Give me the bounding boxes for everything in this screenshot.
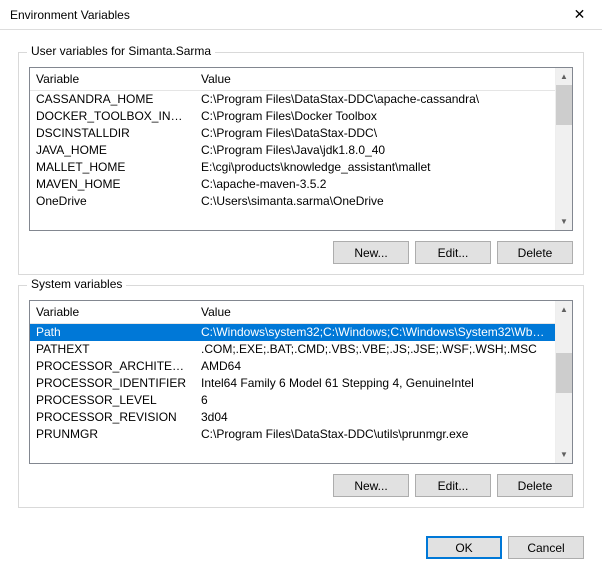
table-row[interactable]: MAVEN_HOMEC:\apache-maven-3.5.2 bbox=[30, 176, 555, 193]
variable-name-cell: PATHEXT bbox=[30, 341, 195, 358]
variable-value-cell: C:\Users\simanta.sarma\OneDrive bbox=[195, 193, 555, 210]
table-row[interactable]: OneDriveC:\Users\simanta.sarma\OneDrive bbox=[30, 193, 555, 210]
variable-value-cell: Intel64 Family 6 Model 61 Stepping 4, Ge… bbox=[195, 375, 555, 392]
system-new-button[interactable]: New... bbox=[333, 474, 409, 497]
variable-name-cell: MAVEN_HOME bbox=[30, 176, 195, 193]
system-col-value[interactable]: Value bbox=[195, 301, 555, 323]
variable-name-cell: JAVA_HOME bbox=[30, 142, 195, 159]
table-row[interactable]: PROCESSOR_REVISION3d04 bbox=[30, 409, 555, 426]
user-variables-list[interactable]: Variable Value CASSANDRA_HOMEC:\Program … bbox=[29, 67, 573, 231]
system-scrollbar[interactable]: ▲ ▼ bbox=[555, 301, 572, 463]
table-row[interactable]: PROCESSOR_LEVEL6 bbox=[30, 392, 555, 409]
user-edit-button[interactable]: Edit... bbox=[415, 241, 491, 264]
variable-name-cell: CASSANDRA_HOME bbox=[30, 91, 195, 108]
variable-name-cell: DSCINSTALLDIR bbox=[30, 125, 195, 142]
variable-value-cell: AMD64 bbox=[195, 358, 555, 375]
variable-name-cell: PROCESSOR_LEVEL bbox=[30, 392, 195, 409]
variable-name-cell: OneDrive bbox=[30, 193, 195, 210]
variable-name-cell: PROCESSOR_ARCHITECTURE bbox=[30, 358, 195, 375]
table-row[interactable]: PATHEXT.COM;.EXE;.BAT;.CMD;.VBS;.VBE;.JS… bbox=[30, 341, 555, 358]
variable-value-cell: C:\Program Files\Docker Toolbox bbox=[195, 108, 555, 125]
user-scrollbar[interactable]: ▲ ▼ bbox=[555, 68, 572, 230]
scroll-up-icon[interactable]: ▲ bbox=[556, 301, 572, 318]
variable-value-cell: C:\apache-maven-3.5.2 bbox=[195, 176, 555, 193]
variable-value-cell: C:\Windows\system32;C:\Windows;C:\Window… bbox=[195, 324, 555, 341]
table-row[interactable]: PROCESSOR_IDENTIFIERIntel64 Family 6 Mod… bbox=[30, 375, 555, 392]
table-row[interactable]: JAVA_HOMEC:\Program Files\Java\jdk1.8.0_… bbox=[30, 142, 555, 159]
system-col-variable[interactable]: Variable bbox=[30, 301, 195, 323]
variable-name-cell: DOCKER_TOOLBOX_INSTAL... bbox=[30, 108, 195, 125]
scroll-thumb[interactable] bbox=[556, 353, 572, 393]
variable-value-cell: 6 bbox=[195, 392, 555, 409]
titlebar: Environment Variables ✕ bbox=[0, 0, 602, 30]
scroll-down-icon[interactable]: ▼ bbox=[556, 213, 572, 230]
user-variables-group: User variables for Simanta.Sarma Variabl… bbox=[18, 52, 584, 275]
table-row[interactable]: DOCKER_TOOLBOX_INSTAL...C:\Program Files… bbox=[30, 108, 555, 125]
variable-value-cell: E:\cgi\products\knowledge_assistant\mall… bbox=[195, 159, 555, 176]
variable-value-cell: 3d04 bbox=[195, 409, 555, 426]
variable-value-cell: C:\Program Files\DataStax-DDC\apache-cas… bbox=[195, 91, 555, 108]
system-edit-button[interactable]: Edit... bbox=[415, 474, 491, 497]
variable-value-cell: C:\Program Files\DataStax-DDC\ bbox=[195, 125, 555, 142]
variable-name-cell: PROCESSOR_IDENTIFIER bbox=[30, 375, 195, 392]
variable-value-cell: C:\Program Files\DataStax-DDC\utils\prun… bbox=[195, 426, 555, 443]
system-delete-button[interactable]: Delete bbox=[497, 474, 573, 497]
system-group-legend: System variables bbox=[27, 277, 126, 291]
user-delete-button[interactable]: Delete bbox=[497, 241, 573, 264]
system-variables-group: System variables Variable Value PathC:\W… bbox=[18, 285, 584, 508]
cancel-button[interactable]: Cancel bbox=[508, 536, 584, 559]
ok-button[interactable]: OK bbox=[426, 536, 502, 559]
variable-name-cell: Path bbox=[30, 324, 195, 341]
user-col-value[interactable]: Value bbox=[195, 68, 555, 90]
system-variables-list[interactable]: Variable Value PathC:\Windows\system32;C… bbox=[29, 300, 573, 464]
table-row[interactable]: PROCESSOR_ARCHITECTUREAMD64 bbox=[30, 358, 555, 375]
user-list-header: Variable Value bbox=[30, 68, 555, 91]
window-title: Environment Variables bbox=[10, 8, 130, 22]
table-row[interactable]: PRUNMGRC:\Program Files\DataStax-DDC\uti… bbox=[30, 426, 555, 443]
variable-value-cell: .COM;.EXE;.BAT;.CMD;.VBS;.VBE;.JS;.JSE;.… bbox=[195, 341, 555, 358]
scroll-up-icon[interactable]: ▲ bbox=[556, 68, 572, 85]
table-row[interactable]: DSCINSTALLDIRC:\Program Files\DataStax-D… bbox=[30, 125, 555, 142]
user-group-legend: User variables for Simanta.Sarma bbox=[27, 44, 215, 58]
scroll-down-icon[interactable]: ▼ bbox=[556, 446, 572, 463]
close-button[interactable]: ✕ bbox=[557, 0, 602, 30]
variable-name-cell: MALLET_HOME bbox=[30, 159, 195, 176]
variable-name-cell: PROCESSOR_REVISION bbox=[30, 409, 195, 426]
close-icon: ✕ bbox=[574, 6, 586, 23]
system-list-header: Variable Value bbox=[30, 301, 555, 324]
scroll-thumb[interactable] bbox=[556, 85, 572, 125]
table-row[interactable]: MALLET_HOMEE:\cgi\products\knowledge_ass… bbox=[30, 159, 555, 176]
variable-value-cell: C:\Program Files\Java\jdk1.8.0_40 bbox=[195, 142, 555, 159]
user-col-variable[interactable]: Variable bbox=[30, 68, 195, 90]
variable-name-cell: PRUNMGR bbox=[30, 426, 195, 443]
table-row[interactable]: CASSANDRA_HOMEC:\Program Files\DataStax-… bbox=[30, 91, 555, 108]
user-new-button[interactable]: New... bbox=[333, 241, 409, 264]
table-row[interactable]: PathC:\Windows\system32;C:\Windows;C:\Wi… bbox=[30, 324, 555, 341]
